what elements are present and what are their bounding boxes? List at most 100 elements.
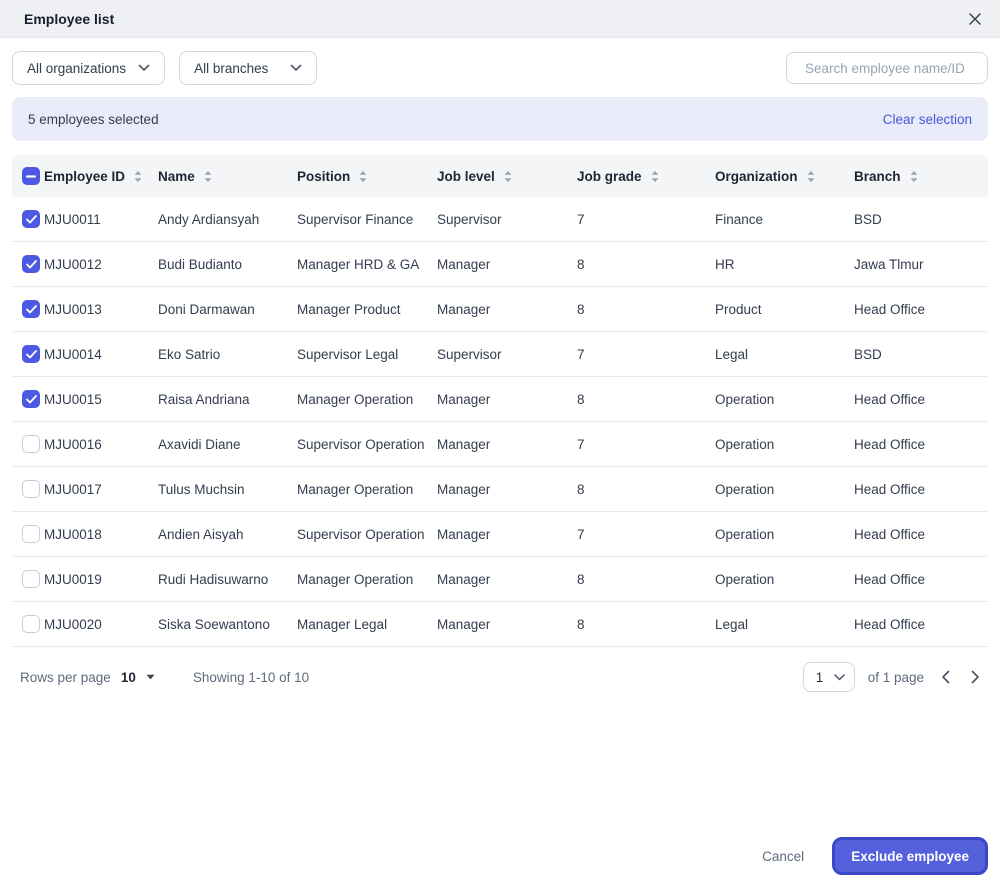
column-header-name[interactable]: Name [158, 169, 297, 184]
column-header-employee-id[interactable]: Employee ID [44, 169, 158, 184]
sort-icon [359, 170, 367, 182]
check-icon [25, 394, 37, 403]
check-icon [25, 304, 37, 313]
rows-per-page-control[interactable]: Rows per page 10 [20, 670, 155, 685]
table-row: MJU0019 Rudi Hadisuwarno Manager Operati… [12, 557, 988, 602]
column-header-branch[interactable]: Branch [854, 169, 988, 184]
cell-employee-id: MJU0013 [44, 301, 102, 317]
cell-job-grade: 8 [577, 391, 585, 407]
rows-per-page-label: Rows per page [20, 669, 111, 685]
row-checkbox[interactable] [22, 570, 40, 588]
cell-name: Tulus Muchsin [158, 481, 245, 497]
organization-filter-label: All organizations [27, 60, 127, 76]
cell-position: Manager Operation [297, 391, 414, 407]
cell-job-level: Manager [437, 301, 491, 317]
cell-job-grade: 8 [577, 616, 585, 632]
cell-name: Rudi Hadisuwarno [158, 571, 269, 587]
cell-branch: Head Office [854, 526, 926, 542]
cell-branch: Head Office [854, 391, 926, 407]
prev-page-button[interactable] [937, 666, 954, 688]
row-checkbox[interactable] [22, 300, 40, 318]
close-icon [969, 12, 981, 25]
filters-toolbar: All organizations All branches [0, 38, 1000, 97]
next-page-button[interactable] [967, 666, 984, 688]
column-header-job-level[interactable]: Job level [437, 169, 577, 184]
search-input[interactable] [805, 60, 982, 76]
cell-job-level: Manager [437, 571, 491, 587]
exclude-employee-button[interactable]: Exclude employee [832, 837, 988, 875]
branch-filter-label: All branches [194, 60, 269, 76]
sort-icon [651, 170, 658, 182]
cell-job-grade: 7 [577, 526, 585, 542]
row-checkbox[interactable] [22, 345, 40, 363]
sort-icon [504, 170, 512, 182]
cell-employee-id: MJU0016 [44, 436, 102, 452]
cell-name: Siska Soewantono [158, 616, 270, 632]
row-checkbox[interactable] [22, 255, 40, 273]
cell-employee-id: MJU0018 [44, 526, 102, 542]
cell-employee-id: MJU0020 [44, 616, 102, 632]
branch-filter[interactable]: All branches [179, 51, 318, 85]
employee-list-modal: Employee list All organizations All bran… [0, 0, 1000, 886]
cell-position: Manager Operation [297, 481, 414, 497]
cell-name: Raisa Andriana [158, 391, 250, 407]
cell-job-level: Supervisor [437, 346, 502, 362]
rows-per-page-value: 10 [120, 669, 136, 685]
chevron-down-icon [290, 64, 302, 71]
cell-position: Manager Legal [297, 616, 388, 632]
cell-employee-id: MJU0019 [44, 571, 102, 587]
organization-filter[interactable]: All organizations [12, 51, 166, 85]
chevron-left-icon [942, 670, 950, 684]
cell-branch: Head Office [854, 436, 926, 452]
table-row: MJU0015 Raisa Andriana Manager Operation… [12, 377, 988, 422]
cell-position: Supervisor Operation [297, 526, 425, 542]
table-row: MJU0016 Axavidi Diane Supervisor Operati… [12, 422, 988, 467]
table-row: MJU0017 Tulus Muchsin Manager Operation … [12, 467, 988, 512]
cell-position: Manager Operation [297, 571, 414, 587]
cell-organization: HR [715, 256, 735, 272]
clear-selection-link[interactable]: Clear selection [883, 112, 972, 127]
page-title: Employee list [24, 10, 115, 27]
cancel-button[interactable]: Cancel [756, 841, 810, 872]
cell-job-level: Manager [437, 391, 491, 407]
cell-branch: Head Office [854, 616, 926, 632]
cell-name: Andy Ardiansyah [158, 211, 260, 227]
column-header-organization[interactable]: Organization [715, 169, 854, 184]
cell-job-level: Manager [437, 436, 491, 452]
column-header-position[interactable]: Position [297, 169, 437, 184]
chevron-down-icon [138, 64, 150, 71]
cell-organization: Product [715, 301, 762, 317]
cell-branch: BSD [854, 211, 882, 227]
row-checkbox[interactable] [22, 435, 40, 453]
cell-position: Supervisor Legal [297, 346, 399, 362]
table-header-row: Employee ID Name Position Job level Job … [12, 155, 988, 197]
cell-position: Supervisor Finance [297, 211, 414, 227]
showing-text: Showing 1-10 of 10 [192, 669, 310, 685]
select-all-checkbox[interactable] [22, 167, 40, 185]
row-checkbox[interactable] [22, 390, 40, 408]
row-checkbox[interactable] [22, 525, 40, 543]
cell-organization: Operation [715, 436, 775, 452]
cell-job-level: Manager [437, 481, 491, 497]
cell-job-level: Manager [437, 256, 491, 272]
cell-organization: Operation [715, 571, 775, 587]
row-checkbox[interactable] [22, 480, 40, 498]
search-box[interactable] [786, 52, 988, 84]
table-row: MJU0011 Andy Ardiansyah Supervisor Finan… [12, 197, 988, 242]
cell-employee-id: MJU0015 [44, 391, 102, 407]
row-checkbox[interactable] [22, 615, 40, 633]
cell-name: Doni Darmawan [158, 301, 255, 317]
cell-job-grade: 8 [577, 571, 585, 587]
cell-name: Andien Aisyah [158, 526, 244, 542]
close-button[interactable] [964, 8, 986, 30]
cell-job-level: Supervisor [437, 211, 502, 227]
cell-organization: Operation [715, 391, 775, 407]
row-checkbox[interactable] [22, 210, 40, 228]
column-header-job-grade[interactable]: Job grade [577, 169, 715, 184]
check-icon [25, 259, 37, 268]
sort-icon [910, 170, 917, 182]
cell-position: Manager Product [297, 301, 401, 317]
chevron-down-icon [833, 673, 845, 680]
footer-actions: Cancel Exclude employee [0, 837, 1000, 886]
page-select[interactable]: 1 [802, 662, 855, 692]
